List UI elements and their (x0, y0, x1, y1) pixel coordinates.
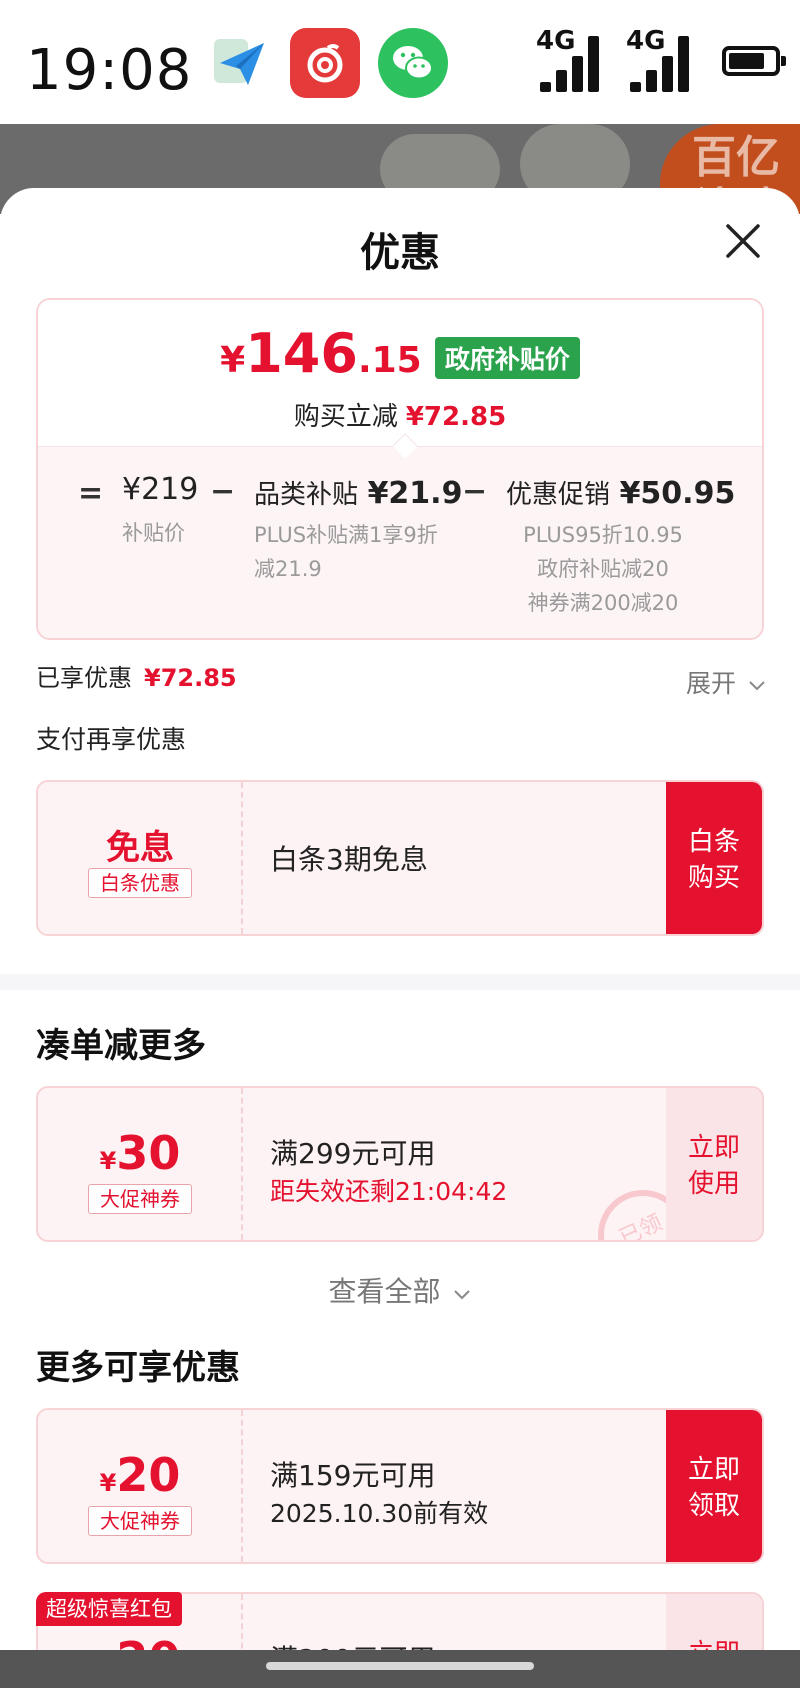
claim-now-button[interactable]: 立即 领取 (666, 1410, 762, 1562)
subsidy-price-amount: ¥219 (122, 472, 199, 507)
netease-music-icon (290, 28, 360, 98)
promotion-discount-detail: PLUS95折10.95 政府补贴减20 神券满200减20 (523, 523, 683, 615)
equals-sign: = (78, 476, 104, 511)
claim-now-button[interactable]: 立即 (666, 1594, 762, 1658)
chevron-down-icon (454, 1290, 471, 1300)
coupon-amount: ¥30 (99, 1126, 181, 1180)
baitiao-title: 免息 (106, 828, 174, 868)
pay-more-label: 支付再享优惠 (36, 725, 187, 754)
baitiao-buy-button[interactable]: 白条 购买 (666, 782, 762, 934)
coupon-tag: 大促神券 (88, 1184, 192, 1214)
coupon-card: ¥20 大促神券 满159元可用 2025.10.30前有效 立即 领取 (36, 1408, 764, 1564)
category-subsidy: 品类补贴 ¥21.9 (254, 476, 463, 511)
enjoyed-discount: 已享优惠 ¥72.85 (36, 664, 237, 692)
super-surprise-tag: 超级惊喜红包 (36, 1592, 182, 1626)
wechat-icon (378, 28, 448, 98)
sheet-title: 优惠 (360, 230, 440, 276)
paper-plane-icon (205, 28, 275, 98)
section-divider (0, 974, 800, 990)
minus-sign: − (462, 474, 488, 509)
baitiao-desc: 白条3期免息 (270, 843, 428, 876)
expand-button[interactable]: 展开 (686, 664, 766, 700)
use-now-button[interactable]: 立即 使用 (666, 1088, 762, 1240)
battery-icon (722, 46, 786, 76)
coupon-tag: 大促神券 (88, 1506, 192, 1536)
price-breakdown-card: ¥146.15 政府补贴价 购买立减 ¥72.85 = ¥219 补贴价 − 品类… (36, 298, 764, 640)
discount-sheet: 优惠 ¥146.15 政府补贴价 购买立减 ¥72.85 = ¥219 补贴价 −… (0, 188, 800, 1658)
home-indicator[interactable] (266, 1662, 534, 1670)
coupon-amount: ¥20 (99, 1448, 181, 1502)
subsidy-price-label: 补贴价 (122, 521, 185, 545)
signal-icon: 4G (626, 26, 696, 96)
baitiao-offer-card: 免息 白条优惠 白条3期免息 白条 购买 (36, 780, 764, 936)
gov-subsidy-tag: 政府补贴价 (434, 336, 580, 379)
status-bar: 19:08 4G 4G (0, 0, 800, 124)
coupon-validity: 2025.10.30前有效 (270, 1499, 489, 1528)
view-all-button[interactable]: 查看全部 (0, 1270, 800, 1310)
more-section-title: 更多可享优惠 (36, 1348, 240, 1388)
close-icon[interactable] (720, 218, 766, 264)
chevron-down-icon (749, 681, 765, 691)
status-time: 19:08 (26, 38, 193, 103)
combine-section-title: 凑单减更多 (36, 1026, 206, 1066)
signal-icon: 4G (536, 26, 606, 96)
coupon-condition: 满159元可用 (270, 1459, 436, 1492)
category-subsidy-detail: PLUS补贴满1享9折 减21.9 (254, 523, 438, 581)
coupon-countdown: 距失效还剩21:04:42 (270, 1177, 508, 1206)
minus-sign: − (210, 474, 236, 509)
coupon-card: ¥30 大促神券 满299元可用 距失效还剩21:04:42 已领 立即 使用 (36, 1086, 764, 1242)
final-price: ¥146.15 政府补贴价 (38, 322, 762, 385)
instant-discount: 购买立减 ¥72.85 (293, 402, 507, 432)
promotion-discount: 优惠促销 ¥50.95 (506, 476, 736, 511)
baitiao-tag: 白条优惠 (88, 868, 192, 898)
coupon-condition: 满299元可用 (270, 1137, 436, 1170)
